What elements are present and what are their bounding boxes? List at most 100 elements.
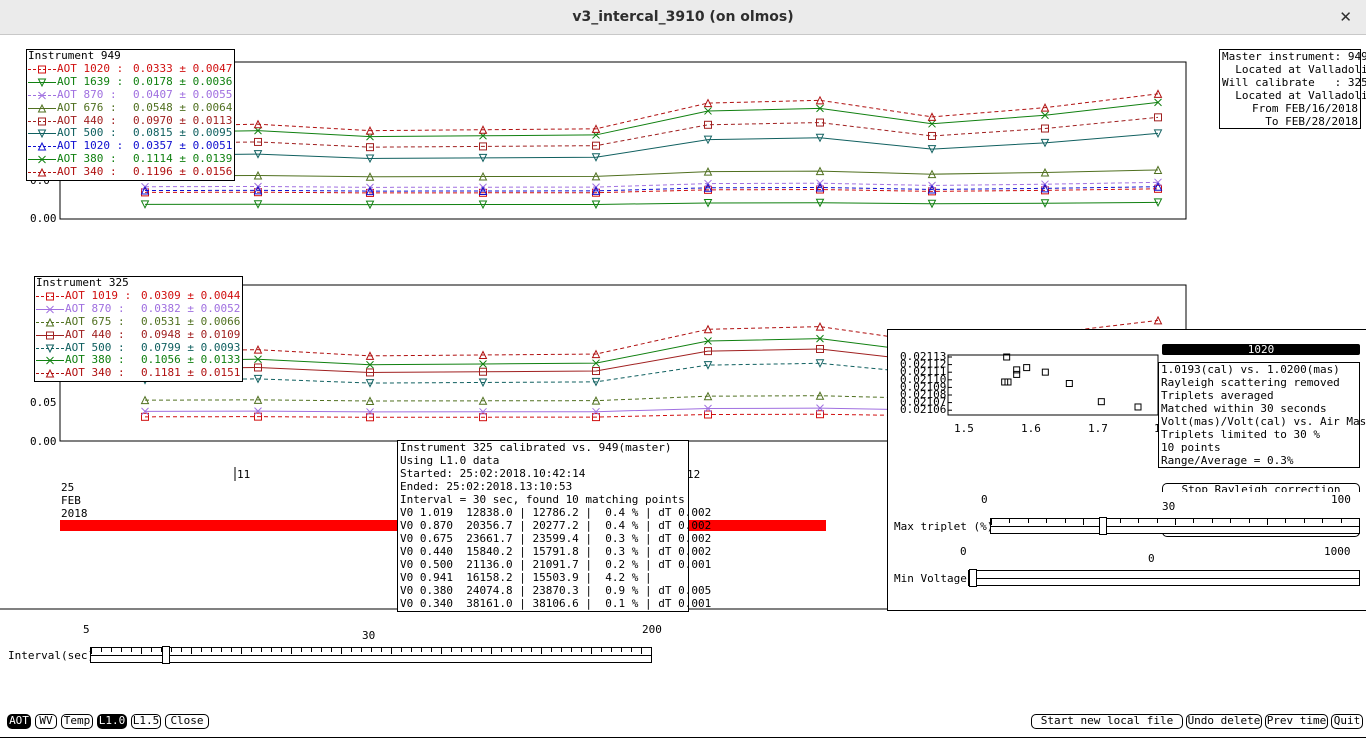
interval-slider-tick (91, 648, 92, 654)
button-wv[interactable]: WV (35, 714, 57, 729)
interval-slider-tick (651, 648, 652, 652)
max-triplet-slider-tick (1193, 519, 1195, 523)
button-l1-5[interactable]: L1.5 (131, 714, 161, 729)
interval-slider-tick (141, 648, 142, 654)
plot1-legend-swatch (28, 103, 56, 113)
max-triplet-slider-groove (991, 526, 1359, 527)
side-info-line: 10 points (1161, 441, 1221, 454)
time-tick-11: 11 (237, 468, 250, 481)
plot1-legend-value: 0.0548 ± 0.0064 (133, 100, 233, 114)
side-panel: 0.02113 0.02112 0.02111 0.02110 0.02109 0.021… (887, 329, 1366, 611)
min-voltage-slider[interactable] (968, 569, 1360, 587)
max-triplet-slider[interactable] (990, 517, 1360, 535)
time-month: FEB (61, 494, 81, 507)
interval-slider-tick (621, 648, 622, 652)
button-prev-time[interactable]: Prev time (1265, 714, 1328, 729)
max-triplet-slider-tick (1340, 519, 1342, 523)
button-quit[interactable]: Quit (1331, 714, 1363, 729)
max-triplet-slider-tick (1267, 519, 1268, 525)
interval-label: Interval(sec) (8, 649, 95, 662)
interval-max: 200 (642, 623, 662, 636)
max-triplet-slider-tick (1046, 519, 1048, 523)
mini-plot-points (1001, 353, 1142, 411)
plot2-legend-row: AOT 440 : 0.0948 ± 0.0109 (35, 327, 242, 342)
plot1-legend-swatch (28, 129, 56, 139)
plot1-legend-row: AOT 870 : 0.0407 ± 0.0055 (27, 87, 234, 102)
calibration-info-line: V0 0.340 38161.0 | 38106.6 | 0.1 % | dT … (400, 597, 712, 610)
button-aot[interactable]: AOT (7, 714, 31, 729)
plot1-legend-row: AOT 340 : 0.1196 ± 0.0156 (27, 165, 234, 179)
button-close[interactable]: Close (165, 714, 209, 729)
plot2-legend-swatch (36, 317, 64, 327)
max-triplet-slider-tick (1083, 519, 1084, 525)
max-triplet-min: 0 (981, 493, 988, 506)
interval-slider-tick (491, 648, 492, 654)
interval-slider-tick (441, 648, 442, 654)
mini-plot-point (1013, 370, 1021, 378)
interval-slider-tick (181, 648, 182, 652)
plot1-legend-swatch (28, 142, 56, 151)
calibration-info-line: V0 0.870 20356.7 | 20277.2 | 0.4 % | dT … (400, 519, 712, 532)
window-title: v3_intercal_3910 (on olmos) (572, 9, 794, 25)
interval-thumb[interactable] (161, 646, 170, 664)
plot1-legend-value: 0.1196 ± 0.0156 (133, 165, 233, 179)
interval-value: 30 (362, 629, 376, 642)
plot2-legend-value: 0.0948 ± 0.0109 (141, 327, 241, 341)
plot1-legend-value: 0.0407 ± 0.0055 (133, 87, 233, 101)
interval-slider-tick (131, 648, 132, 652)
button-l1-0[interactable]: L1.0 (97, 714, 127, 729)
mini-plot-x-tick: 1.7 (1088, 422, 1108, 435)
close-icon[interactable]: ✕ (1339, 8, 1352, 26)
interval-slider-tick (521, 648, 522, 652)
interval-slider-tick (241, 648, 242, 654)
plot1-legend: Instrument 949 AOT 1020 :0.0333 ± 0.0047… (26, 49, 235, 181)
max-triplet-slider-tick (1138, 519, 1140, 523)
plot1-legend-label: AOT 870 : (57, 87, 117, 101)
min-voltage-max: 1000 (1324, 545, 1351, 558)
interval-slider-tick (261, 648, 262, 652)
plot2-legend-swatch (36, 369, 64, 378)
plot2-legend-label: AOT 340 : (65, 366, 125, 380)
plot1-legend-swatch (28, 78, 56, 88)
button-start-new-local-file[interactable]: Start new local file (1031, 714, 1183, 729)
max-triplet-slider-tick (1248, 519, 1250, 523)
plot1-legend-swatch (28, 117, 56, 126)
interval-slider-tick (391, 648, 392, 654)
max-triplet-slider-tick (1156, 519, 1158, 523)
interval-slider-tick (231, 648, 232, 652)
max-triplet-slider-tick (1285, 519, 1287, 523)
max-triplet-thumb[interactable] (1099, 517, 1107, 535)
min-voltage-label: Min Voltage (894, 572, 967, 585)
calibration-info-line: V0 0.380 24074.8 | 23870.3 | 0.9 % | dT … (400, 584, 712, 597)
plot2-legend-swatch (36, 344, 64, 353)
plot1-legend-label: AOT 1639 : (57, 74, 124, 88)
max-triplet-max: 100 (1331, 493, 1351, 506)
mini-plot-x-ticks: 1.51.61.71 (954, 422, 1161, 435)
interval-slider-tick (371, 648, 372, 652)
side-info-line: 1.0193(cal) vs. 1.0200(mas) (1161, 363, 1340, 376)
plot1-legend-row: AOT 1639 : 0.0178 ± 0.0036 (27, 74, 234, 89)
max-triplet-slider-tick (1211, 519, 1213, 523)
interval-slider-tick (331, 648, 332, 652)
plot1-legend-swatch (28, 168, 56, 177)
channel-select-button[interactable]: 1020 (1162, 344, 1360, 355)
plot2-legend-swatch (36, 357, 64, 365)
interval-slider-tick (571, 648, 572, 652)
button-temp[interactable]: Temp (61, 714, 93, 729)
plot2-legend-value: 0.0382 ± 0.0052 (141, 301, 241, 315)
calibration-info-line: V0 0.675 23661.7 | 23599.4 | 0.3 % | dT … (400, 532, 712, 545)
interval-slider-tick (221, 648, 222, 652)
plot1-y-tick-0: 0.00 (30, 212, 57, 225)
interval-slider-tick (111, 648, 112, 652)
interval-slider-tick (151, 648, 152, 652)
stop-rayleigh-button[interactable]: Stop Rayleigh correction (1162, 483, 1360, 492)
plot1-legend-swatch (28, 91, 56, 100)
min-voltage-thumb[interactable] (969, 569, 977, 587)
interval-slider[interactable] (90, 646, 652, 664)
interval-slider-tick (311, 648, 312, 652)
button-undo-delete[interactable]: Undo delete (1186, 714, 1262, 729)
calibration-info-line: V0 0.941 16158.2 | 15503.9 | 4.2 % | (400, 571, 652, 584)
plot1-series-line (144, 201, 1159, 206)
interval-slider-groove (91, 655, 651, 656)
interval-slider-tick (191, 648, 192, 654)
